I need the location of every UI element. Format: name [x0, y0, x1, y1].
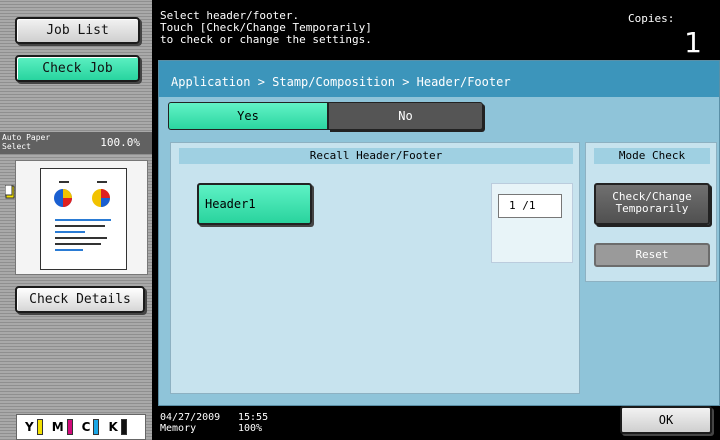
paper-status-strip: Auto Paper Select 100.0% [0, 132, 152, 154]
document-preview [40, 168, 127, 270]
job-list-button[interactable]: Job List [15, 17, 140, 44]
toner-m: M [52, 419, 73, 435]
footer-time-memory: 15:55 100% [238, 412, 268, 434]
check-change-temporarily-button[interactable]: Check/Change Temporarily [594, 183, 710, 225]
recall-panel-title: Recall Header/Footer [179, 148, 573, 164]
toner-c: C [82, 419, 100, 435]
message-line-3: to check or change the settings. [160, 33, 372, 46]
toner-y-bar [36, 419, 43, 435]
toner-levels: Y M C K [16, 414, 146, 440]
toner-k: K [108, 419, 127, 435]
instruction-message: Select header/footer. Touch [Check/Chang… [160, 10, 372, 46]
header1-button[interactable]: Header1 [197, 183, 312, 225]
pagination-area: 1 /1 [491, 183, 573, 263]
toner-m-bar [66, 419, 73, 435]
time-value: 15:55 [238, 412, 269, 423]
yes-button[interactable]: Yes [168, 102, 328, 130]
memory-label: Memory [160, 423, 197, 434]
check-change-label: Check/Change Temporarily [612, 190, 692, 215]
paper-select-label: Auto Paper Select [2, 133, 51, 151]
check-job-button[interactable]: Check Job [15, 55, 140, 82]
no-button[interactable]: No [328, 102, 483, 130]
footer-date-memory: 04/27/2009 Memory [160, 412, 220, 434]
toner-k-bar [120, 419, 127, 435]
toner-c-bar [93, 419, 100, 435]
recall-header-footer-panel: Recall Header/Footer Header1 1 /1 [170, 142, 580, 394]
copies-label: Copies: [628, 12, 675, 25]
memory-value: 100% [238, 423, 263, 434]
date-value: 04/27/2009 [160, 412, 221, 423]
toner-y: Y [25, 419, 43, 435]
breadcrumb: Application > Stamp/Composition > Header… [159, 61, 719, 97]
mode-check-title: Mode Check [594, 148, 710, 164]
copies-value: 1 [684, 26, 702, 59]
page-indicator: 1 /1 [498, 194, 562, 218]
page-icon [5, 185, 15, 199]
check-details-button[interactable]: Check Details [15, 286, 145, 313]
ok-button[interactable]: OK [620, 406, 712, 434]
mode-check-panel: Mode Check Check/Change Temporarily Rese… [585, 142, 717, 282]
reset-button[interactable]: Reset [594, 243, 710, 267]
zoom-value: 100.0% [100, 136, 140, 149]
left-panel: Job List Check Job Auto Paper Select 100… [0, 0, 152, 440]
